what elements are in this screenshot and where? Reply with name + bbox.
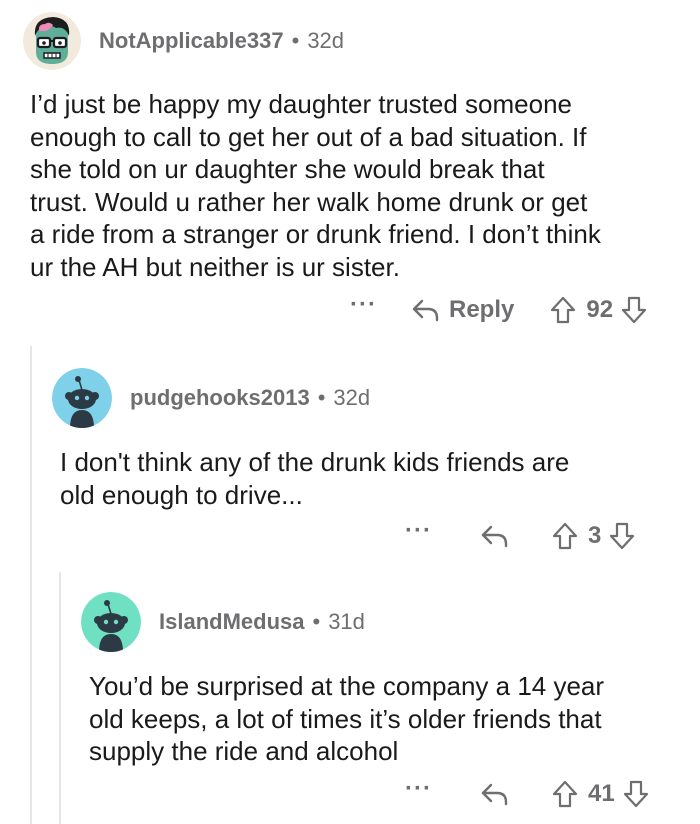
comment-age: 31d: [328, 609, 365, 634]
reply-icon: [480, 781, 510, 807]
comment-header: IslandMedusa • 31d: [81, 592, 365, 652]
separator-dot: •: [312, 609, 321, 634]
snoo-avatar[interactable]: [81, 592, 141, 652]
downvote-arrow-icon[interactable]: [623, 780, 649, 808]
more-options-button[interactable]: ···: [405, 777, 432, 801]
comment-actions: ··· 41: [405, 777, 649, 808]
reply-button[interactable]: [480, 781, 510, 807]
comment-islandmedusa: IslandMedusa • 31d You’d be surprised at…: [0, 0, 700, 824]
vote-score: 41: [587, 780, 615, 807]
upvote-arrow-icon[interactable]: [552, 780, 578, 808]
vote-controls: 41: [552, 780, 649, 808]
comment-body: You’d be surprised at the company a 14 y…: [89, 671, 605, 766]
snoo-avatar-icon: [81, 592, 141, 652]
username[interactable]: IslandMedusa: [159, 609, 304, 635]
